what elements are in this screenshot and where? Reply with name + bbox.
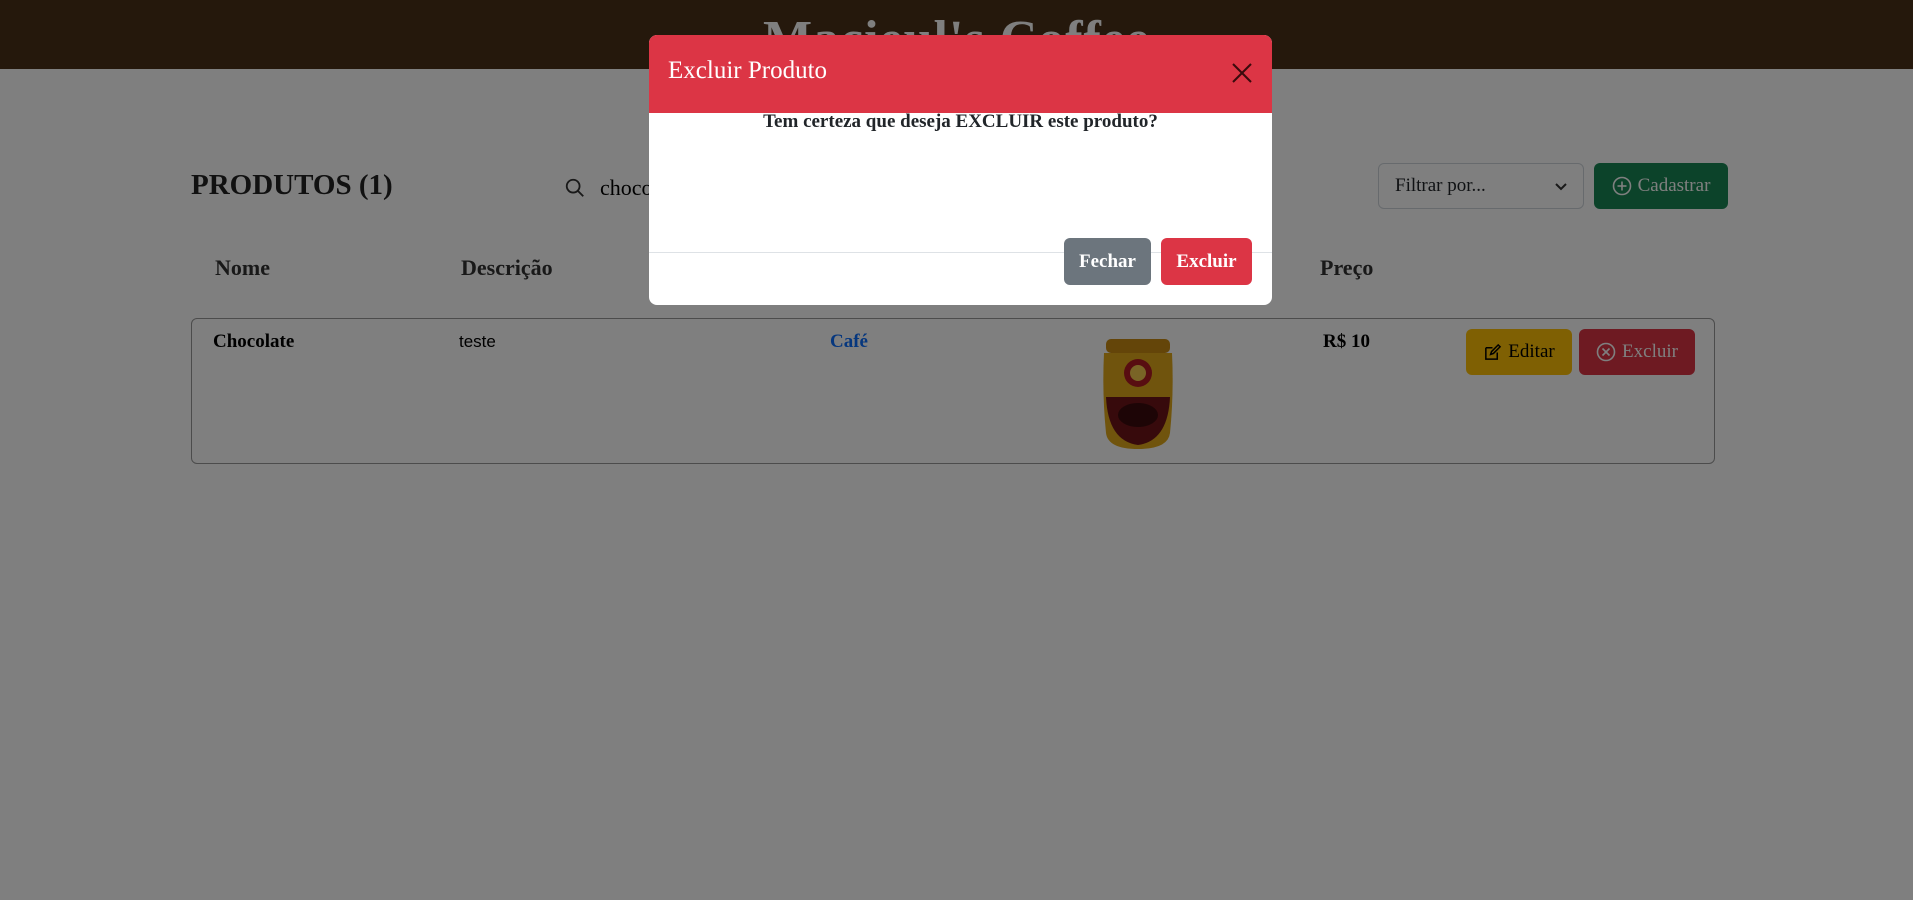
modal-title: Excluir Produto xyxy=(668,57,828,84)
confirm-delete-button[interactable]: Excluir xyxy=(1161,238,1252,285)
modal-message: Tem certeza que deseja EXCLUIR este prod… xyxy=(763,111,1158,132)
modal-header: Excluir Produto xyxy=(649,35,1272,113)
delete-confirm-modal: Excluir Produto Tem certeza que deseja E… xyxy=(649,35,1272,305)
close-modal-button[interactable]: Fechar xyxy=(1064,238,1151,285)
modal-body xyxy=(649,113,1272,253)
close-icon[interactable] xyxy=(1230,61,1254,85)
